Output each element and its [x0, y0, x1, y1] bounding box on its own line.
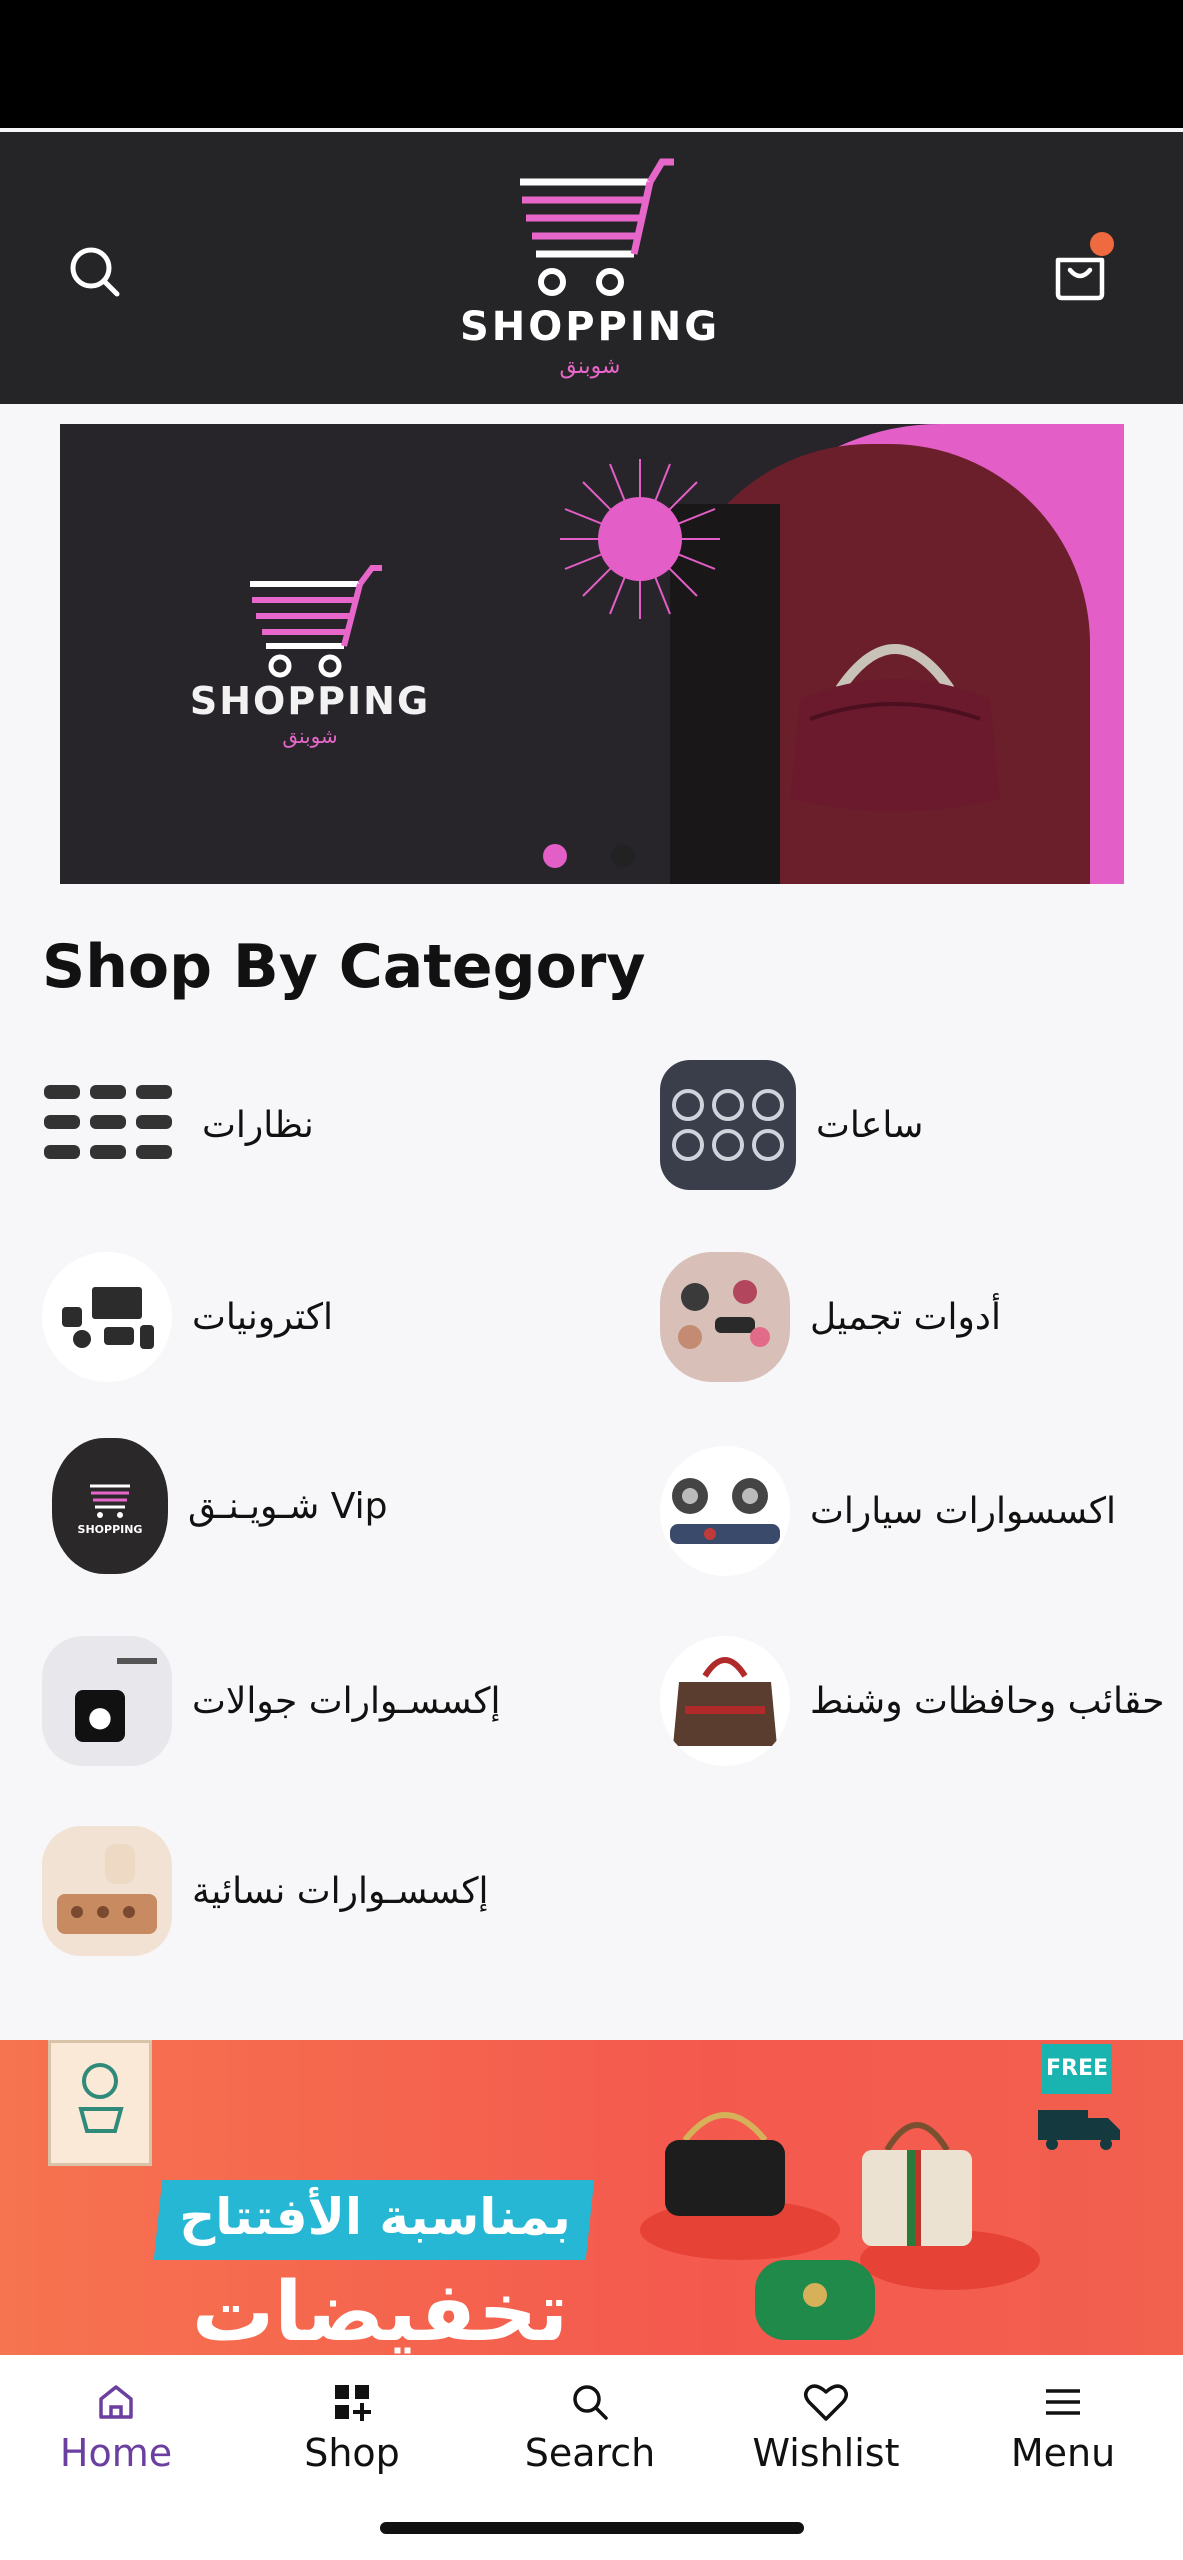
menu-icon [1046, 2389, 1080, 2415]
category-label: إكسسـوارات جوالات [192, 1680, 501, 1722]
free-shipping-badge: FREE [1042, 2044, 1112, 2094]
svg-text:●: ● [88, 1700, 112, 1733]
tab-wishlist[interactable]: Wishlist [726, 2377, 926, 2475]
handbag-green-image [755, 2260, 875, 2340]
category-label: إكسسـوارات نسائية [192, 1870, 489, 1912]
banner-logo: SHOPPING شوبنق [180, 564, 440, 754]
banner-logo-arabic: شوبنق [282, 724, 338, 748]
header-search-button[interactable] [60, 237, 130, 307]
watches-icon [660, 1060, 796, 1190]
search-icon [573, 2385, 608, 2420]
category-item[interactable]: اكسسوارات سيارات [660, 1446, 1116, 1576]
category-label: أدوات تجميل [810, 1296, 1001, 1338]
sunglasses-icon [42, 1060, 182, 1190]
search-icon [70, 247, 120, 297]
grid-plus-icon [335, 2385, 371, 2421]
tab-search[interactable]: Search [490, 2377, 690, 2475]
tab-label: Search [524, 2431, 656, 2475]
category-item[interactable]: اكترونيات [42, 1252, 333, 1382]
category-label: حقائب وحافظات وشنط [810, 1680, 1165, 1722]
tab-home[interactable]: Home [16, 2377, 216, 2475]
women-accessories-icon [42, 1826, 172, 1956]
phone-accessories-icon: ● [42, 1636, 172, 1766]
status-bar [0, 0, 1183, 132]
category-label: اكسسوارات سيارات [810, 1490, 1116, 1532]
logo-arabic: شوبنق [559, 354, 621, 379]
home-indicator[interactable] [380, 2522, 804, 2534]
electronics-icon [42, 1252, 172, 1382]
sunburst-decoration [560, 459, 720, 619]
home-icon [99, 2385, 133, 2419]
logo-wordmark: SHOPPING [459, 304, 721, 350]
app-header: SHOPPING شوبنق [0, 132, 1183, 404]
car-accessories-icon [660, 1446, 790, 1576]
handbag-image [790, 644, 1000, 812]
category-item[interactable]: SHOPPING شـويـنـق Vip [52, 1438, 387, 1574]
bags-icon [660, 1636, 790, 1766]
heart-icon [804, 2384, 848, 2421]
category-label: ساعات [816, 1104, 924, 1146]
promo-discount-text: تخفيضات [191, 2265, 569, 2355]
hero-banner[interactable]: SHOPPING شوبنق [60, 424, 1124, 884]
tab-label: Menu [1010, 2431, 1116, 2475]
cart-logo-icon [520, 158, 674, 296]
category-label: اكترونيات [192, 1296, 333, 1338]
handbag-black-image [665, 2112, 785, 2216]
svg-text:SHOPPING: SHOPPING [78, 1523, 143, 1536]
tab-label: Shop [304, 2431, 400, 2475]
tab-label: Wishlist [752, 2431, 900, 2475]
section-title: Shop By Category [42, 932, 646, 1002]
shopping-vip-icon: SHOPPING [52, 1438, 168, 1574]
category-item[interactable]: ● إكسسـوارات جوالات [42, 1636, 501, 1766]
category-item[interactable]: نظارات [42, 1060, 314, 1190]
category-item[interactable]: ساعات [660, 1060, 923, 1190]
carousel-dot[interactable] [611, 844, 635, 868]
tab-shop[interactable]: Shop [252, 2377, 452, 2475]
cart-button[interactable] [1040, 232, 1120, 312]
category-item[interactable]: حقائب وحافظات وشنط [660, 1636, 1164, 1766]
store-badge-icon [48, 2040, 152, 2166]
cart-badge [1090, 232, 1114, 256]
tab-menu[interactable]: Menu [963, 2377, 1163, 2475]
cosmetics-icon [660, 1252, 790, 1382]
carousel-dots [543, 844, 635, 868]
app-logo[interactable]: SHOPPING شوبنق [440, 154, 740, 384]
promo-banner[interactable]: FREE بمناسبة الأفتتاح تخفيضات [0, 2040, 1183, 2355]
banner-logo-wordmark: SHOPPING [189, 679, 431, 723]
carousel-dot-active[interactable] [543, 844, 567, 868]
category-item[interactable]: إكسسـوارات نسائية [42, 1826, 489, 1956]
cart-logo-icon [250, 565, 382, 678]
category-label: نظارات [202, 1104, 314, 1146]
promo-headline: بمناسبة الأفتتاح [179, 2188, 571, 2246]
category-item[interactable]: أدوات تجميل [660, 1252, 1001, 1382]
tab-label: Home [59, 2431, 173, 2475]
category-label: شـويـنـق Vip [188, 1485, 388, 1527]
delivery-truck-icon [1038, 2110, 1120, 2150]
handbag-white-image [862, 2122, 972, 2246]
